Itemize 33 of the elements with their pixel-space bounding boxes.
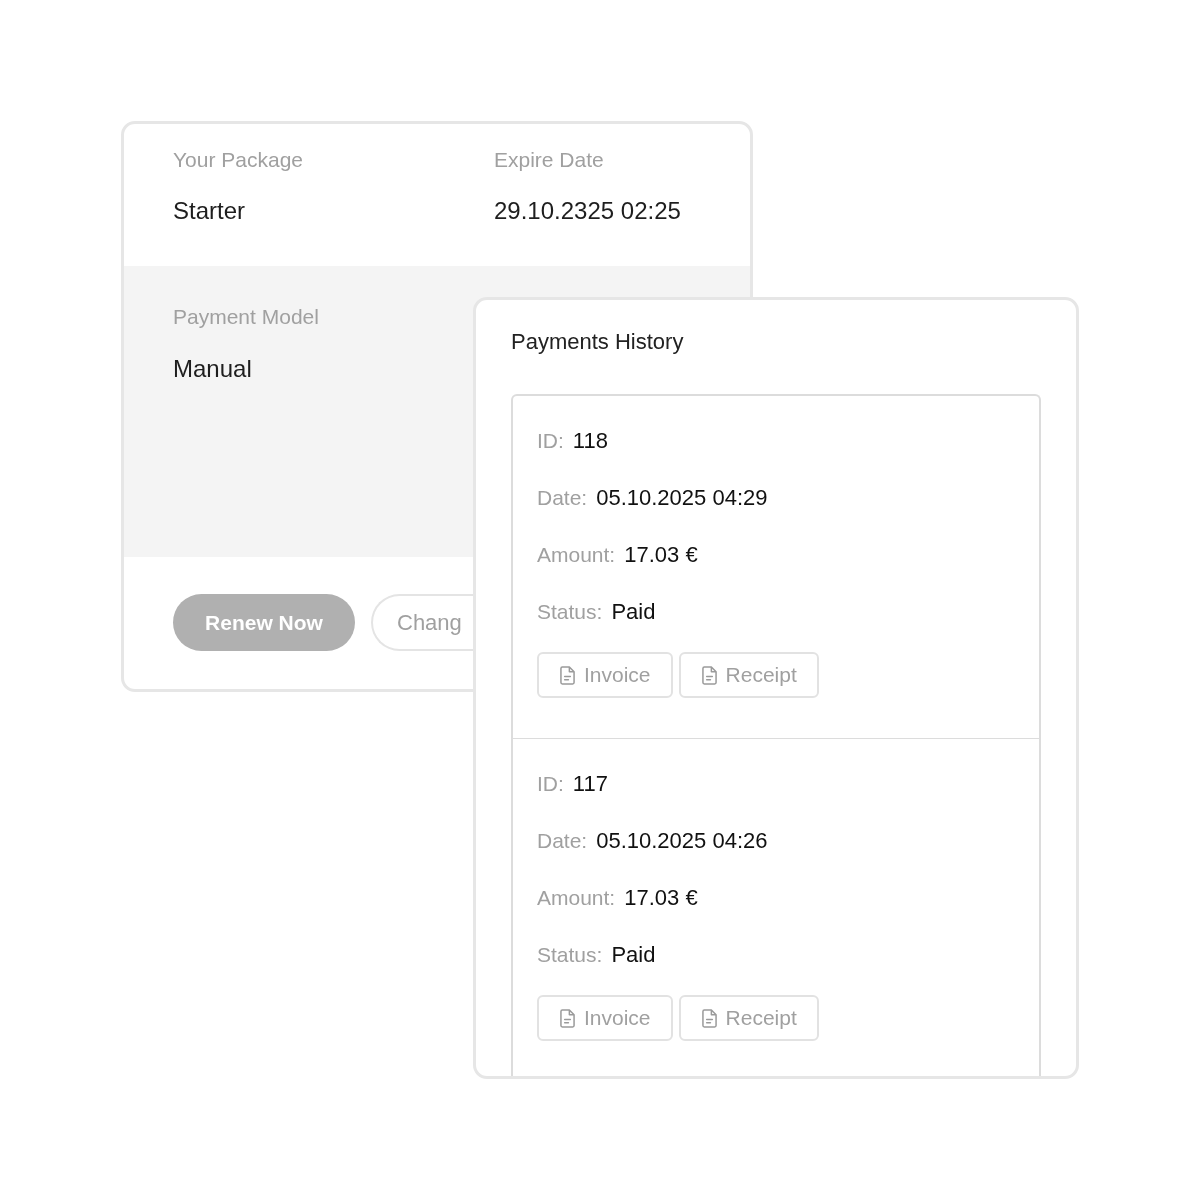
panel-title: Payments History (511, 328, 684, 356)
document-icon (701, 1008, 717, 1028)
document-button[interactable]: Invoice (537, 995, 673, 1041)
detail-label: ID: (537, 427, 564, 454)
document-icon (560, 665, 575, 685)
change-button[interactable]: Chang (371, 594, 473, 651)
document-button[interactable]: Receipt (678, 652, 819, 698)
detail-value: 17.03 € (624, 541, 698, 568)
detail-label: Status: (537, 941, 603, 968)
detail-label: Date: (537, 827, 588, 854)
field-value: Manual (173, 355, 252, 383)
detail-value: 117 (572, 770, 608, 797)
field-label: Expire Date (494, 147, 604, 173)
field-value: Starter (173, 197, 246, 225)
document-icon (701, 665, 717, 685)
detail-value: Paid (611, 941, 656, 968)
detail-value: 118 (572, 427, 608, 454)
renew-button[interactable]: Renew Now (173, 594, 355, 651)
field-value: 29.10.2325 02:25 (494, 197, 681, 225)
field-label: Payment Model (173, 304, 319, 330)
detail-label: Amount: (537, 884, 616, 911)
document-button[interactable]: Invoice (537, 652, 673, 698)
document-icon (560, 1008, 575, 1028)
detail-label: Date: (537, 484, 588, 511)
detail-label: Status: (537, 598, 603, 625)
detail-value: 05.10.2025 04:26 (596, 827, 768, 854)
detail-value: 05.10.2025 04:29 (596, 484, 768, 511)
detail-value: Paid (611, 598, 656, 625)
detail-label: Amount: (537, 541, 616, 568)
document-button[interactable]: Receipt (678, 995, 819, 1041)
field-label: Your Package (173, 147, 303, 173)
detail-label: ID: (537, 770, 564, 797)
detail-value: 17.03 € (624, 884, 698, 911)
